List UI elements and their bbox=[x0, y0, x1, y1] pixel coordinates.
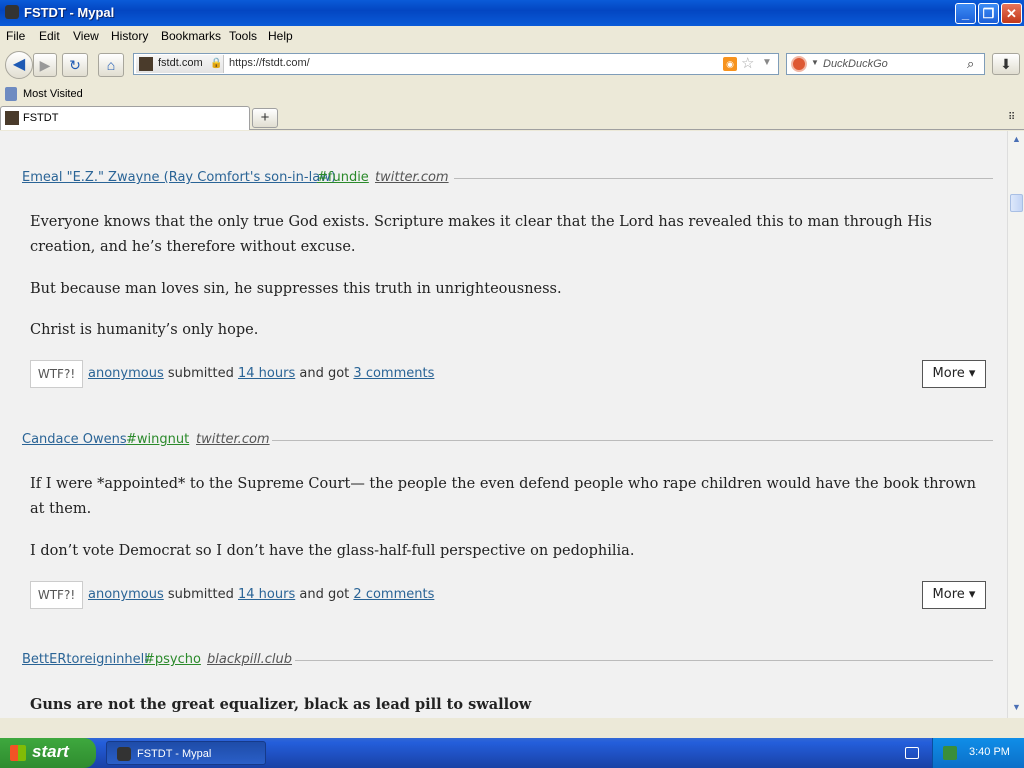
duckduckgo-icon[interactable] bbox=[791, 56, 807, 72]
keyboard-icon[interactable] bbox=[905, 747, 919, 759]
title-bar: FSTDT - Mypal _ ❐ ✕ bbox=[0, 0, 1024, 26]
vertical-scrollbar[interactable]: ▲ ▼ bbox=[1007, 131, 1024, 718]
post-paragraph: Christ is humanity’s only hope. bbox=[30, 322, 259, 338]
menu-view[interactable]: View bbox=[73, 29, 99, 43]
post-tag-link[interactable]: #psycho bbox=[144, 652, 201, 667]
close-button[interactable]: ✕ bbox=[1001, 3, 1022, 24]
rss-feed-icon[interactable]: ◉ bbox=[723, 57, 737, 71]
post-paragraph: If I were *appointed* to the Supreme Cou… bbox=[30, 476, 976, 517]
submitter-link[interactable]: anonymous bbox=[88, 366, 164, 381]
more-button[interactable]: More ▾ bbox=[922, 360, 986, 388]
mypal-icon bbox=[117, 747, 131, 761]
search-input[interactable]: DuckDuckGo bbox=[823, 58, 888, 70]
post-author-link[interactable]: BettERtoreigninhell bbox=[22, 652, 148, 667]
url-dropdown-icon[interactable]: ▼ bbox=[762, 57, 772, 68]
menu-help[interactable]: Help bbox=[268, 29, 293, 43]
post-source-link[interactable]: blackpill.club bbox=[207, 652, 292, 667]
more-button[interactable]: More ▾ bbox=[922, 581, 986, 609]
menu-history[interactable]: History bbox=[111, 29, 148, 43]
post-header: BettERtoreigninhell #psycho blackpill.cl… bbox=[22, 651, 993, 671]
divider bbox=[295, 660, 993, 661]
window-title: FSTDT - Mypal bbox=[24, 5, 115, 20]
tab-title: FSTDT bbox=[23, 112, 59, 124]
bookmarks-toolbar: Most Visited bbox=[0, 84, 1024, 104]
bookmark-star-icon[interactable]: ☆ bbox=[741, 54, 754, 72]
taskbar-item-mypal[interactable]: FSTDT - Mypal bbox=[106, 741, 266, 765]
wtf-button[interactable]: WTF?! bbox=[30, 360, 83, 388]
comments-link[interactable]: 3 comments bbox=[353, 366, 434, 381]
post-actions: WTF?! anonymous submitted 14 hours and g… bbox=[30, 360, 986, 388]
site-identity[interactable]: fstdt.com 🔒 bbox=[136, 55, 224, 73]
got-text: and got bbox=[299, 587, 350, 602]
clock[interactable]: 3:40 PM bbox=[969, 746, 1010, 758]
windows-flag-icon bbox=[10, 745, 26, 761]
post-paragraph: Everyone knows that the only true God ex… bbox=[30, 214, 932, 255]
site-favicon-icon bbox=[139, 57, 153, 71]
comments-link[interactable]: 2 comments bbox=[353, 587, 434, 602]
post-author-link[interactable]: Candace Owens bbox=[22, 432, 127, 447]
submitted-text: submitted bbox=[167, 366, 234, 381]
submitted-text: submitted bbox=[167, 587, 234, 602]
maximize-button[interactable]: ❐ bbox=[978, 3, 999, 24]
menu-tools[interactable]: Tools bbox=[229, 29, 257, 43]
menu-bar: File Edit View History Bookmarks Tools H… bbox=[0, 26, 1024, 46]
submitter-link[interactable]: anonymous bbox=[88, 587, 164, 602]
taskbar-item-label: FSTDT - Mypal bbox=[137, 748, 212, 760]
search-bar[interactable]: ▼ DuckDuckGo ⌕ bbox=[786, 53, 985, 75]
tab-favicon-icon bbox=[5, 111, 19, 125]
app-icon bbox=[5, 5, 19, 19]
scroll-down-icon[interactable]: ▼ bbox=[1010, 701, 1023, 714]
post-author-link[interactable]: Emeal "E.Z." Zwayne (Ray Comfort's son-i… bbox=[22, 170, 336, 185]
post-paragraph: I don’t vote Democrat so I don’t have th… bbox=[30, 543, 635, 559]
tab-fstdt[interactable]: FSTDT bbox=[0, 106, 250, 130]
most-visited-icon bbox=[5, 87, 17, 101]
time-link[interactable]: 14 hours bbox=[238, 587, 295, 602]
post-header: Candace Owens #wingnut twitter.com bbox=[22, 431, 993, 451]
post-tag-link[interactable]: #fundie bbox=[317, 170, 369, 185]
post-tag-link[interactable]: #wingnut bbox=[126, 432, 189, 447]
start-label: start bbox=[32, 742, 69, 761]
post-paragraph: Guns are not the great equalizer, black … bbox=[30, 696, 532, 713]
menu-file[interactable]: File bbox=[6, 29, 25, 43]
network-icon[interactable] bbox=[943, 746, 957, 760]
start-button[interactable]: start bbox=[0, 738, 96, 768]
post-header: Emeal "E.Z." Zwayne (Ray Comfort's son-i… bbox=[22, 169, 993, 189]
wtf-button[interactable]: WTF?! bbox=[30, 581, 83, 609]
minimize-button[interactable]: _ bbox=[955, 3, 976, 24]
download-icon[interactable]: ⬇ bbox=[992, 53, 1020, 75]
tab-list-icon[interactable]: ⠿ bbox=[1008, 112, 1015, 123]
post-actions: WTF?! anonymous submitted 14 hours and g… bbox=[30, 581, 986, 609]
divider bbox=[454, 178, 993, 179]
new-tab-button[interactable]: + bbox=[252, 108, 278, 128]
url-bar[interactable]: fstdt.com 🔒 https://fstdt.com/ ◉ ☆ ▼ bbox=[133, 53, 779, 75]
home-icon[interactable]: ⌂ bbox=[98, 53, 124, 77]
back-arrow-icon[interactable]: ◀ bbox=[5, 51, 33, 79]
scroll-thumb[interactable] bbox=[1010, 194, 1023, 212]
menu-bookmarks[interactable]: Bookmarks bbox=[161, 29, 221, 43]
scroll-up-icon[interactable]: ▲ bbox=[1010, 133, 1023, 146]
page-content: Emeal "E.Z." Zwayne (Ray Comfort's son-i… bbox=[0, 131, 1007, 718]
divider bbox=[272, 440, 993, 441]
post-source-link[interactable]: twitter.com bbox=[196, 432, 270, 447]
time-link[interactable]: 14 hours bbox=[238, 366, 295, 381]
got-text: and got bbox=[299, 366, 350, 381]
taskbar: start FSTDT - Mypal 3:40 PM bbox=[0, 738, 1024, 768]
post-meta: anonymous submitted 14 hours and got 3 c… bbox=[88, 366, 434, 381]
post-source-link[interactable]: twitter.com bbox=[375, 170, 449, 185]
menu-edit[interactable]: Edit bbox=[39, 29, 60, 43]
reload-icon[interactable]: ↻ bbox=[62, 53, 88, 77]
site-domain: fstdt.com bbox=[158, 57, 203, 69]
lock-icon: 🔒 bbox=[210, 58, 223, 69]
engine-dropdown-icon[interactable]: ▼ bbox=[811, 58, 819, 67]
search-icon[interactable]: ⌕ bbox=[967, 56, 974, 72]
url-text[interactable]: https://fstdt.com/ bbox=[229, 57, 310, 69]
bookmark-most-visited[interactable]: Most Visited bbox=[23, 88, 83, 100]
forward-arrow-icon[interactable]: ▶ bbox=[33, 53, 57, 77]
system-tray: 3:40 PM bbox=[932, 738, 1024, 768]
post-paragraph: But because man loves sin, he suppresses… bbox=[30, 281, 562, 297]
tab-strip: FSTDT + ⠿ bbox=[0, 104, 1024, 130]
post-meta: anonymous submitted 14 hours and got 2 c… bbox=[88, 587, 434, 602]
